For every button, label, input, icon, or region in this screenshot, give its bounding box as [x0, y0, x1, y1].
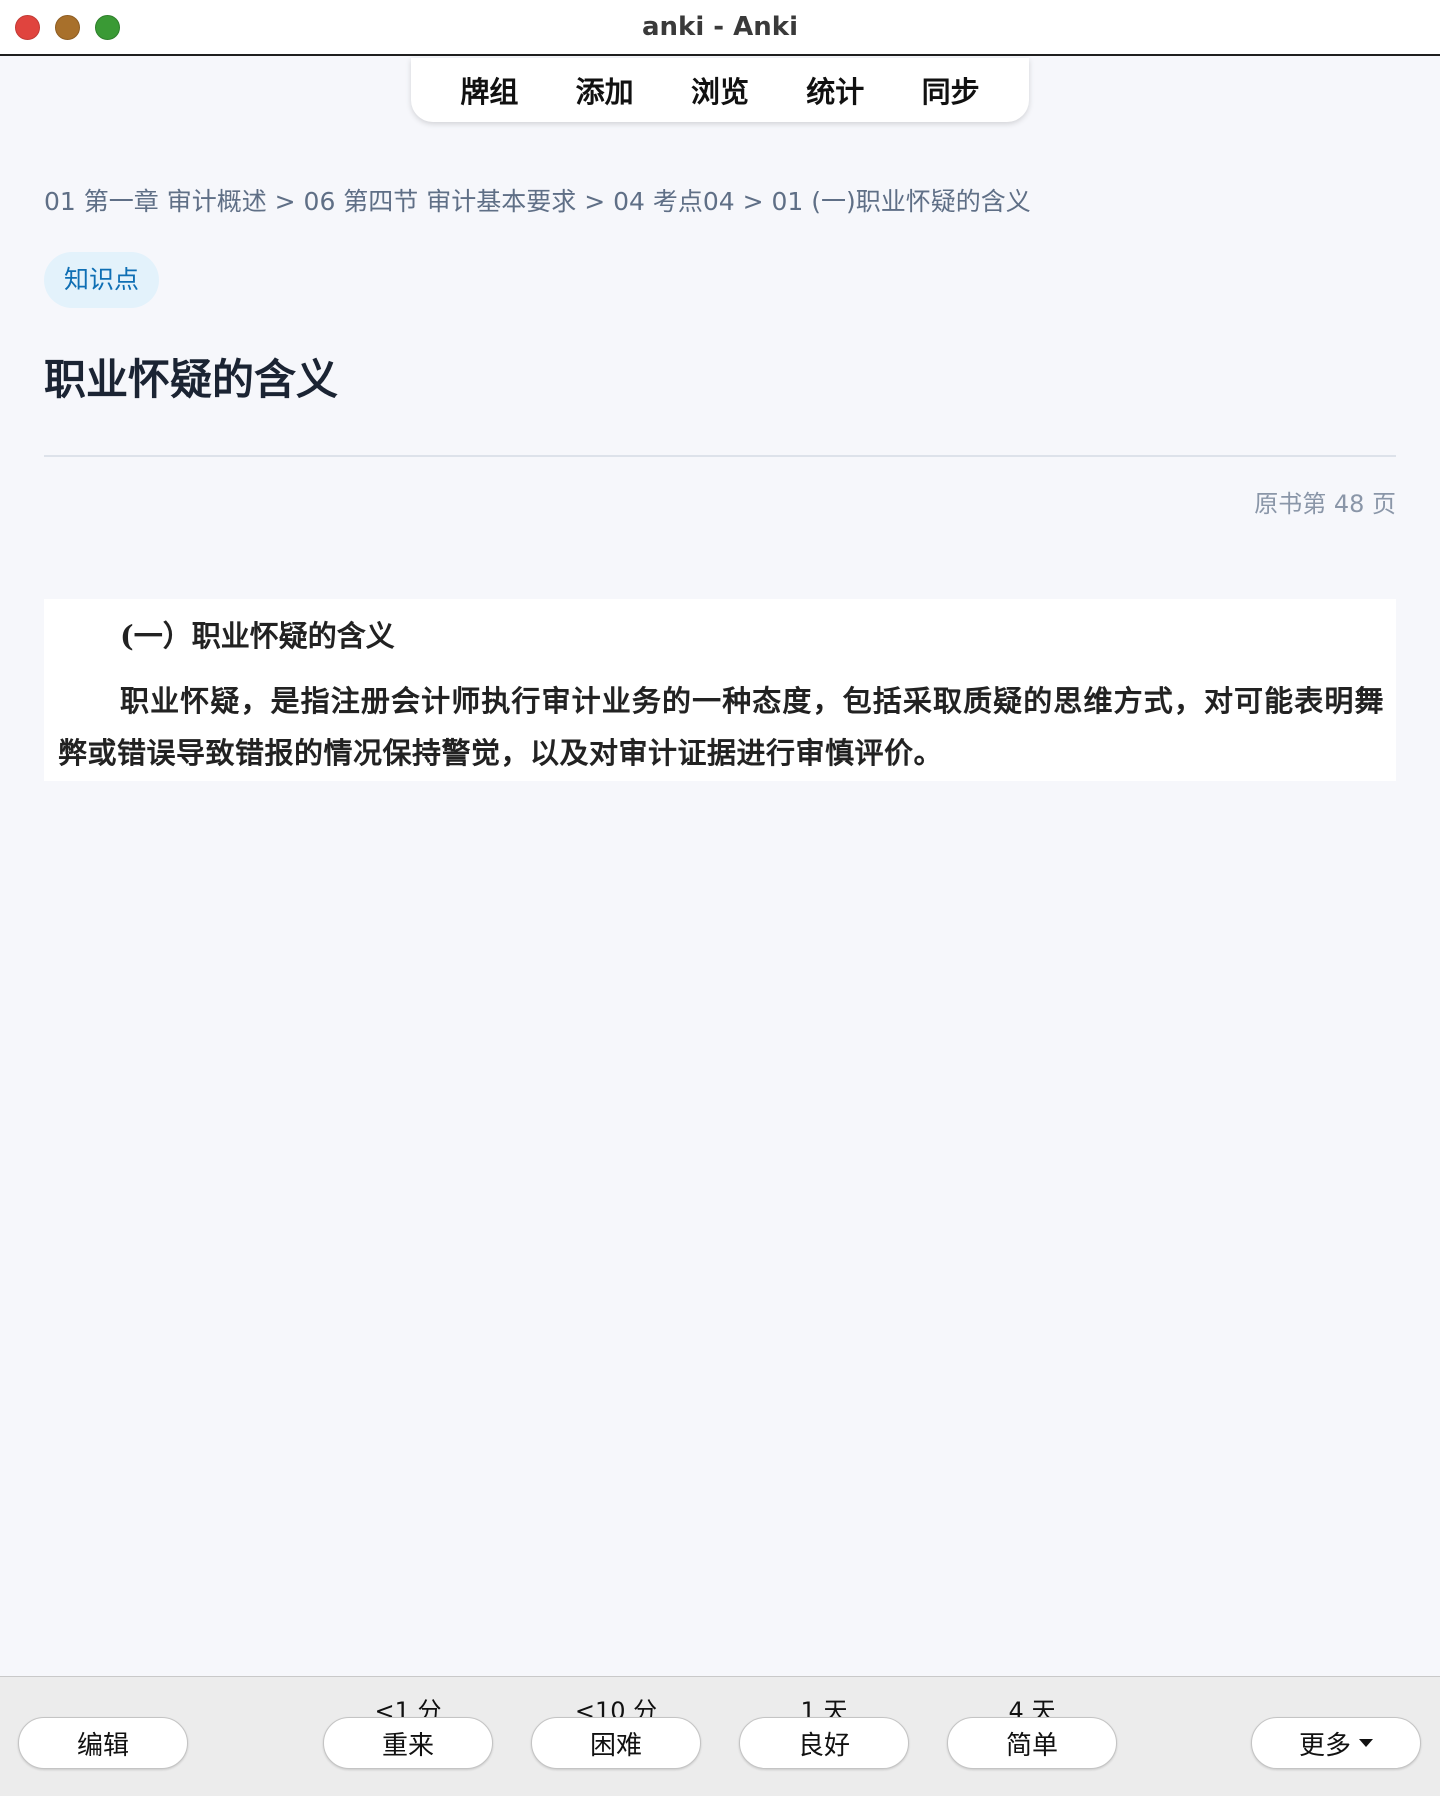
again-button[interactable]: 重来: [323, 1717, 493, 1769]
toolbar-add[interactable]: 添加: [568, 69, 642, 111]
card-title: 职业怀疑的含义: [44, 355, 339, 404]
book-excerpt-image: (一）职业怀疑的含义 职业怀疑，是指注册会计师执行审计业务的一种态度，包括采取质…: [44, 599, 1396, 781]
reviewer-content: 01 第一章 审计概述 > 06 第四节 审计基本要求 > 04 考点04 > …: [0, 56, 1440, 1676]
toolbar-decks[interactable]: 牌组: [452, 69, 526, 111]
more-label: 更多: [1298, 1730, 1351, 1761]
toolbar-sync[interactable]: 同步: [914, 69, 988, 111]
easy-button[interactable]: 简单: [947, 1717, 1117, 1769]
breadcrumb: 01 第一章 审计概述 > 06 第四节 审计基本要求 > 04 考点04 > …: [44, 187, 1031, 216]
tag-badge: 知识点: [44, 252, 160, 308]
divider: [44, 455, 1396, 457]
hard-button[interactable]: 困难: [531, 1717, 701, 1769]
toolbar-browse[interactable]: 浏览: [683, 69, 757, 111]
main-toolbar: 牌组 添加 浏览 统计 同步: [411, 58, 1029, 122]
excerpt-heading: (一）职业怀疑的含义: [120, 619, 395, 653]
edit-button[interactable]: 编辑: [18, 1717, 188, 1769]
window-title: anki - Anki: [642, 12, 798, 42]
excerpt-body: 职业怀疑，是指注册会计师执行审计业务的一种态度，包括采取质疑的思维方式，对可能表…: [58, 684, 1384, 770]
answer-bar: 编辑 <1 分 重来 <10 分 困难 1 天 良好 4 天 简单 更多: [0, 1676, 1440, 1796]
page-reference: 原书第 48 页: [1254, 490, 1396, 518]
good-button[interactable]: 良好: [739, 1717, 909, 1769]
more-button[interactable]: 更多: [1251, 1717, 1421, 1769]
title-bar: anki - Anki: [0, 0, 1440, 56]
toolbar-stats[interactable]: 统计: [798, 69, 872, 111]
chevron-down-icon: [1359, 1739, 1373, 1747]
